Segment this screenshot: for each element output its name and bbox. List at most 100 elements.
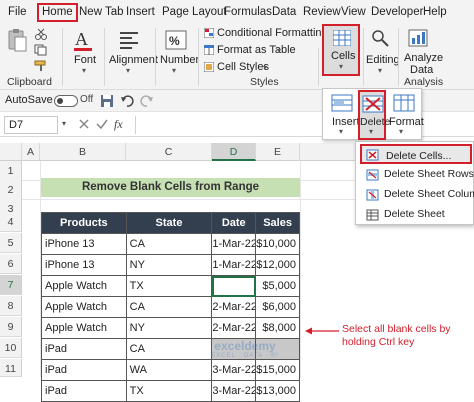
cell-product[interactable]: iPhone 13 [42,255,127,276]
cell-product[interactable]: iPad [42,339,127,360]
sheet-title[interactable]: Remove Blank Cells from Range [41,178,300,197]
format-painter-icon[interactable] [34,60,48,72]
cell-styles-button[interactable]: Cell Styles [217,59,269,75]
cell-state[interactable]: TX [126,276,213,297]
number-format-icon[interactable]: % [165,28,189,52]
delete-sheet-menu-item[interactable]: Delete Sheet [360,204,472,224]
column-header-b[interactable]: B [40,143,126,161]
delete-sheet-rows-label: Delete Sheet Rows [384,168,474,180]
column-header-e[interactable]: E [256,143,300,161]
format-cells-icon[interactable] [393,94,415,112]
cell-state[interactable]: CA [126,234,213,255]
cells-panel: Insert ▾ Delete ▾ Format ▾ [322,88,424,140]
menu-new-tab[interactable]: New Tab [79,4,124,20]
menu-review[interactable]: Review [303,4,341,20]
row-header-11[interactable]: 11 [0,359,22,377]
header-date[interactable]: Date [212,213,257,234]
enter-icon[interactable] [96,118,108,130]
analyze-data-icon[interactable] [408,28,430,50]
conditional-formatting-button[interactable]: Conditional Formatting [217,25,328,41]
undo-icon[interactable] [120,94,134,108]
redo-icon[interactable] [140,94,154,108]
alignment-icon[interactable] [118,28,142,52]
editing-button[interactable]: Editing [366,54,400,66]
font-icon[interactable]: A [72,28,96,52]
menu-view[interactable]: View [341,4,366,20]
format-as-table-button[interactable]: Format as Table [217,42,296,58]
cell-state[interactable]: NY [126,255,213,276]
annotation-arrow-icon [305,326,339,336]
column-header-d[interactable]: D [212,143,256,161]
cell-sales[interactable]: $8,000 [256,318,300,339]
cell-sales[interactable]: $6,000 [256,297,300,318]
cut-icon[interactable] [34,28,48,40]
search-icon[interactable] [370,28,390,48]
menu-help[interactable]: Help [423,4,447,20]
row-header-7[interactable]: 7 [0,275,22,295]
cell-product[interactable]: iPhone 13 [42,234,127,255]
menu-page-layout[interactable]: Page Layout [162,4,227,20]
row-header-4[interactable]: 4 [0,212,22,232]
cell-date[interactable]: 1-Mar-22 [212,255,257,276]
separator [318,48,319,86]
row-header-10[interactable]: 10 [0,338,22,358]
cell-date[interactable]: 1-Mar-22 [212,234,257,255]
cell-state[interactable]: NY [126,318,213,339]
cell-sales[interactable]: $10,000 [256,234,300,255]
analyze-data-label-1[interactable]: Analyze [404,52,443,64]
row-header-5[interactable]: 5 [0,233,22,253]
cell-state[interactable]: TX [126,381,213,402]
alignment-button[interactable]: Alignment [109,54,158,66]
format-button[interactable]: Format [389,116,424,128]
menu-insert[interactable]: Insert [126,4,155,20]
cell-sales[interactable]: $12,000 [256,255,300,276]
copy-icon[interactable] [34,44,48,56]
font-button[interactable]: Font [74,54,96,66]
insert-function-icon[interactable]: fx [114,117,123,132]
column-header-c[interactable]: C [126,143,212,161]
cell-date[interactable]: 2-Mar-22 [212,318,257,339]
cells-button[interactable]: Cells ▾ [322,24,360,76]
name-box[interactable]: D7 [4,116,58,134]
cell-date[interactable]: 2-Mar-22 [212,297,257,318]
save-icon[interactable] [100,94,114,108]
row-header-8[interactable]: 8 [0,296,22,316]
delete-cells-menu-item[interactable]: Delete Cells... [360,144,472,164]
menu-home[interactable]: Home [37,3,78,22]
row-header-6[interactable]: 6 [0,254,22,274]
cell-product[interactable]: Apple Watch [42,318,127,339]
select-all-corner[interactable] [0,143,22,161]
cell-product[interactable]: iPad [42,360,127,381]
delete-sheet-rows-menu-item[interactable]: Delete Sheet Rows [360,164,474,184]
row-header-2[interactable]: 2 [0,180,22,200]
delete-sheet-columns-menu-item[interactable]: Delete Sheet Columns [360,184,474,204]
cell-state[interactable]: CA [126,297,213,318]
paste-icon[interactable] [6,28,28,54]
autosave-toggle[interactable] [54,95,78,107]
number-button[interactable]: Number [160,54,199,66]
delete-button[interactable]: Delete ▾ [358,90,390,140]
cell-sales[interactable]: $5,000 [256,276,300,297]
menu-file[interactable]: File [8,4,27,20]
insert-button[interactable]: Insert [332,116,360,128]
header-state[interactable]: State [126,213,213,234]
cell-product[interactable]: Apple Watch [42,276,127,297]
analyze-data-label-2[interactable]: Data [410,64,433,76]
menu-formulas[interactable]: Formulas [224,4,272,20]
cell-product[interactable]: Apple Watch [42,297,127,318]
insert-cells-icon[interactable] [331,94,353,112]
row-header-1[interactable]: 1 [0,161,22,181]
menu-data[interactable]: Data [272,4,296,20]
cell-date-active[interactable] [212,276,257,297]
cancel-icon[interactable] [78,118,90,130]
header-products[interactable]: Products [42,213,127,234]
chevron-down-icon[interactable]: ▾ [62,119,66,128]
row-header-9[interactable]: 9 [0,317,22,337]
column-header-a[interactable]: A [22,143,40,161]
menu-developer[interactable]: Developer [371,4,423,20]
cells-label: Cells [331,50,356,62]
header-sales[interactable]: Sales [256,213,300,234]
cell-date[interactable]: 3-Mar-22 [212,381,257,402]
cell-sales[interactable]: $13,000 [256,381,300,402]
cell-product[interactable]: iPad [42,381,127,402]
